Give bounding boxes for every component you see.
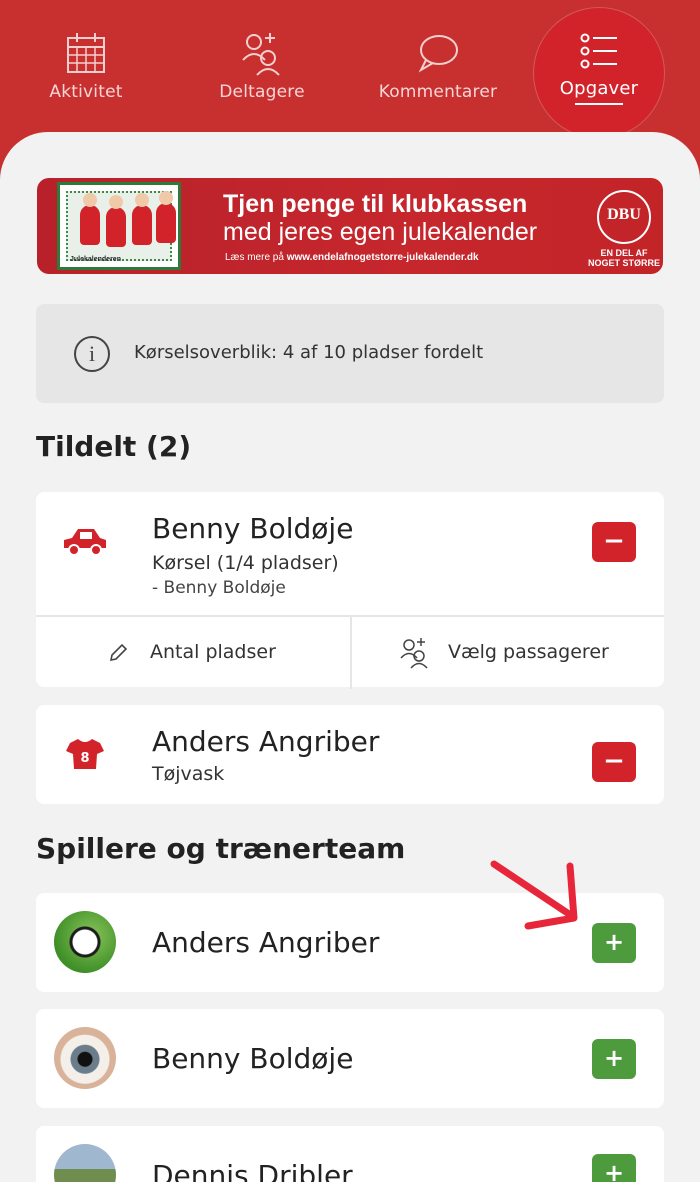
banner-tagline-1: EN DEL AF bbox=[600, 248, 648, 258]
assigned-heading: Tildelt (2) bbox=[36, 430, 192, 463]
player-name: Anders Angriber bbox=[152, 926, 380, 959]
add-passengers-icon bbox=[400, 638, 428, 669]
banner-title: Tjen penge til klubkassen bbox=[223, 190, 528, 218]
task-detail: - Benny Boldøje bbox=[152, 578, 286, 598]
tab-opgaver[interactable]: Opgaver bbox=[519, 30, 679, 105]
banner-photo-caption: Julekalenderen bbox=[70, 256, 121, 263]
task-list-icon bbox=[580, 33, 617, 69]
tab-deltagere[interactable]: Deltagere bbox=[182, 30, 342, 102]
task-label: Kørsel (1/4 pladser) bbox=[152, 552, 339, 574]
player-row: Dennis Dribler + bbox=[36, 1126, 664, 1182]
banner-tagline: EN DEL AF NOGET STØRRE bbox=[585, 248, 663, 268]
annotation-arrow-icon bbox=[490, 860, 578, 930]
player-row: Benny Boldøje + bbox=[36, 1009, 664, 1108]
tab-kommentarer-label: Kommentarer bbox=[378, 82, 498, 102]
choose-passengers-button[interactable]: Vælg passagerer bbox=[350, 617, 664, 689]
dbu-logo: DBU bbox=[597, 190, 651, 244]
add-player-button[interactable]: + bbox=[592, 1039, 636, 1079]
jersey-icon: 8 bbox=[66, 739, 104, 769]
tab-aktivitet[interactable]: Aktivitet bbox=[6, 30, 166, 102]
pencil-icon bbox=[109, 643, 128, 662]
avatar bbox=[54, 911, 116, 973]
remove-assignment-button[interactable]: − bbox=[592, 522, 636, 562]
assignee-name: Benny Boldøje bbox=[152, 512, 354, 545]
add-player-button[interactable]: + bbox=[592, 1154, 636, 1182]
banner-tagline-2: NOGET STØRRE bbox=[587, 258, 660, 268]
driving-overview-notice: i Kørselsoverblik: 4 af 10 pladser forde… bbox=[36, 304, 664, 403]
assigned-card-laundry: 8 Anders Angriber Tøjvask − bbox=[36, 705, 664, 804]
players-heading: Spillere og trænerteam bbox=[36, 832, 406, 865]
banner-photo: Julekalenderen bbox=[57, 182, 181, 270]
seats-count-label: Antal pladser bbox=[150, 641, 276, 663]
banner-link-prefix: Læs mere på bbox=[225, 252, 284, 263]
active-tab-underline bbox=[575, 103, 623, 105]
player-name: Benny Boldøje bbox=[152, 1042, 354, 1075]
seats-count-button[interactable]: Antal pladser bbox=[36, 617, 350, 689]
jersey-number: 8 bbox=[80, 751, 89, 766]
task-label: Tøjvask bbox=[152, 763, 225, 785]
assigned-card-driving: Benny Boldøje Kørsel (1/4 pladser) - Ben… bbox=[36, 492, 664, 689]
calendar-icon bbox=[67, 33, 105, 73]
top-tab-bar: Aktivitet Deltagere Kommentarer Opgaver bbox=[0, 0, 700, 150]
avatar bbox=[54, 1027, 116, 1089]
driving-overview-text: Kørselsoverblik: 4 af 10 pladser fordelt bbox=[134, 342, 484, 363]
dbu-logo-text: DBU bbox=[607, 206, 641, 223]
comment-icon bbox=[418, 35, 458, 73]
player-name: Dennis Dribler bbox=[152, 1159, 353, 1182]
card-actions: Antal pladser Vælg passagerer bbox=[36, 615, 664, 689]
tab-deltagere-label: Deltagere bbox=[219, 82, 305, 102]
choose-passengers-label: Vælg passagerer bbox=[448, 641, 609, 663]
participants-icon bbox=[242, 33, 280, 76]
assignee-name: Anders Angriber bbox=[152, 725, 380, 758]
remove-assignment-button[interactable]: − bbox=[592, 742, 636, 782]
banner-link-url: www.endelafnogetstorre-julekalender.dk bbox=[286, 252, 479, 263]
banner-subtitle: med jeres egen julekalender bbox=[223, 218, 538, 246]
banner-link[interactable]: Læs mere på www.endelafnogetstorre-julek… bbox=[225, 252, 479, 263]
promo-banner[interactable]: Julekalenderen Tjen penge til klubkassen… bbox=[37, 178, 663, 274]
car-icon bbox=[64, 529, 106, 556]
tab-opgaver-label: Opgaver bbox=[559, 78, 639, 99]
tab-kommentarer[interactable]: Kommentarer bbox=[358, 30, 518, 102]
info-icon: i bbox=[74, 336, 110, 372]
tab-aktivitet-label: Aktivitet bbox=[49, 82, 123, 102]
add-player-button[interactable]: + bbox=[592, 923, 636, 963]
avatar bbox=[54, 1144, 116, 1182]
